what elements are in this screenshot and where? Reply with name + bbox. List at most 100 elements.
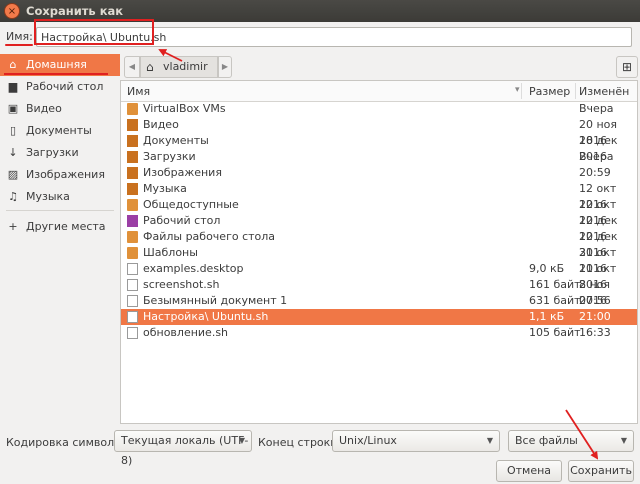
file-row[interactable]: Загрузки Вчера <box>121 149 637 165</box>
file-name: Общедоступные <box>143 198 239 211</box>
file-modified: 20:59 <box>579 166 611 179</box>
chevron-down-icon: ▼ <box>486 436 493 445</box>
file-row[interactable]: Музыка 12 окт 2016 <box>121 181 637 211</box>
path-bar: ◀ ⌂ vladimir ▶ ⊞ <box>120 54 640 80</box>
sidebar-item-desktop[interactable]: ▆ Рабочий стол <box>0 76 120 98</box>
text-file-icon <box>127 311 138 323</box>
close-button[interactable]: × <box>4 3 20 19</box>
file-name: Файлы рабочего стола <box>143 230 276 243</box>
file-row[interactable]: Файлы рабочего стола 12 дек 2016 <box>121 229 637 259</box>
image-icon: ▨ <box>7 168 19 181</box>
sidebar-item-label: Изображения <box>26 168 105 181</box>
file-name: Музыка <box>143 182 187 195</box>
music-icon: ♫ <box>8 190 18 203</box>
file-row[interactable]: Общедоступные 12 окт 2016 <box>121 197 637 227</box>
chevron-down-icon: ▼ <box>238 436 245 445</box>
file-name: обновление.sh <box>143 326 229 339</box>
folder-icon <box>127 231 138 243</box>
annotation-highlight-box <box>34 19 154 45</box>
sidebar-item-label: Рабочий стол <box>26 80 104 93</box>
column-divider <box>521 83 522 99</box>
sidebar-item-other-places[interactable]: + Другие места <box>0 216 120 238</box>
file-filter-select[interactable]: Все файлы ▼ <box>508 430 634 452</box>
file-modified: Вчера <box>579 150 614 163</box>
line-ending-label: Конец строки: <box>258 436 342 449</box>
text-file-icon <box>127 295 138 307</box>
file-row[interactable]: VirtualBox VMs Вчера <box>121 101 637 117</box>
file-row[interactable]: Видео 20 ноя 2016 <box>121 117 637 147</box>
sidebar-item-downloads[interactable]: ↓ Загрузки <box>0 142 120 164</box>
column-header-modified[interactable]: Изменён <box>579 85 629 98</box>
file-row[interactable]: Изображения 20:59 <box>121 165 637 181</box>
encoding-select[interactable]: Текущая локаль (UTF-8) ▼ <box>114 430 252 467</box>
new-folder-icon: ⊞ <box>621 60 633 74</box>
options-row: Кодировка символов: Текущая локаль (UTF-… <box>0 428 640 467</box>
breadcrumb-home[interactable]: ⌂ vladimir <box>140 56 218 78</box>
file-name: VirtualBox VMs <box>143 102 226 115</box>
file-row[interactable]: Документы 18 дек 2016 <box>121 133 637 163</box>
sidebar-divider <box>6 210 114 211</box>
cancel-button[interactable]: Отмена <box>496 460 562 482</box>
file-row[interactable]: Шаблоны 31 окт 2016 <box>121 245 637 275</box>
images-folder-icon <box>127 167 138 179</box>
file-row[interactable]: Безымянный документ 1 631 байт 07:56 <box>121 293 637 309</box>
encoding-label: Кодировка символов: <box>6 436 132 449</box>
sidebar-item-music[interactable]: ♫ Музыка <box>0 186 120 208</box>
file-name: Документы <box>143 134 209 147</box>
file-modified: 21:00 <box>579 310 611 323</box>
close-icon: × <box>7 6 17 17</box>
video-folder-icon <box>127 119 138 131</box>
file-name: Шаблоны <box>143 246 198 259</box>
chevron-down-icon: ▼ <box>620 436 627 445</box>
home-icon: ⌂ <box>146 60 154 74</box>
file-list-header: Имя ▾ Размер Изменён <box>121 81 637 102</box>
file-list[interactable]: Имя ▾ Размер Изменён VirtualBox VMs Вчер… <box>120 80 638 424</box>
column-header-name[interactable]: Имя <box>127 85 150 98</box>
file-modified: 16:33 <box>579 326 611 339</box>
sidebar-item-label: Видео <box>26 102 62 115</box>
file-row[interactable]: Рабочий стол 12 дек 2016 <box>121 213 637 243</box>
sidebar-item-home[interactable]: ⌂ Домашняя папка <box>0 54 120 93</box>
file-name: Изображения <box>143 166 222 179</box>
downloads-folder-icon <box>127 151 138 163</box>
file-row[interactable]: screenshot.sh 161 байт 8 ноя 2016 <box>121 277 637 307</box>
line-ending-value: Unix/Linux <box>339 434 397 447</box>
sidebar-item-label: Музыка <box>26 190 70 203</box>
column-divider <box>575 83 576 99</box>
documents-folder-icon <box>127 135 138 147</box>
text-file-icon <box>127 327 138 339</box>
document-icon: ▯ <box>9 124 17 137</box>
file-size: 631 байт <box>529 294 581 307</box>
file-filter-value: Все файлы <box>515 434 578 447</box>
download-icon: ↓ <box>8 146 18 159</box>
music-folder-icon <box>127 183 138 195</box>
plus-icon: + <box>8 220 18 233</box>
column-header-size[interactable]: Размер <box>529 85 570 98</box>
file-name: Рабочий стол <box>143 214 221 227</box>
file-row-selected[interactable]: Настройка\ Ubuntu.sh 1,1 кБ 21:00 <box>121 309 637 325</box>
file-size: 1,1 кБ <box>529 310 565 323</box>
create-folder-button[interactable]: ⊞ <box>616 56 638 78</box>
chevron-left-icon: ◀ <box>128 62 136 71</box>
path-back-button[interactable]: ◀ <box>124 56 140 78</box>
sidebar-item-documents[interactable]: ▯ Документы <box>0 120 120 142</box>
path-forward-button[interactable]: ▶ <box>218 56 232 78</box>
file-row[interactable]: обновление.sh 105 байт 16:33 <box>121 325 637 341</box>
sidebar-item-label: Загрузки <box>26 146 79 159</box>
name-label: Имя: <box>6 30 33 43</box>
sidebar-item-images[interactable]: ▨ Изображения <box>0 164 120 186</box>
file-name: Безымянный документ 1 <box>143 294 288 307</box>
folder-icon <box>127 247 138 259</box>
window-title: Сохранить как <box>26 4 124 18</box>
folder-icon <box>127 199 138 211</box>
sidebar-item-video[interactable]: ▣ Видео <box>0 98 120 120</box>
save-button[interactable]: Сохранить <box>568 460 634 482</box>
file-name: Настройка\ Ubuntu.sh <box>143 310 269 323</box>
line-ending-select[interactable]: Unix/Linux ▼ <box>332 430 500 452</box>
sort-arrow-icon: ▾ <box>515 85 520 95</box>
action-row: Отмена Сохранить <box>0 456 640 484</box>
file-row[interactable]: examples.desktop 9,0 кБ 11 окт 2016 <box>121 261 637 291</box>
folder-icon <box>127 103 138 115</box>
file-name: Загрузки <box>143 150 196 163</box>
home-icon: ⌂ <box>9 58 17 71</box>
